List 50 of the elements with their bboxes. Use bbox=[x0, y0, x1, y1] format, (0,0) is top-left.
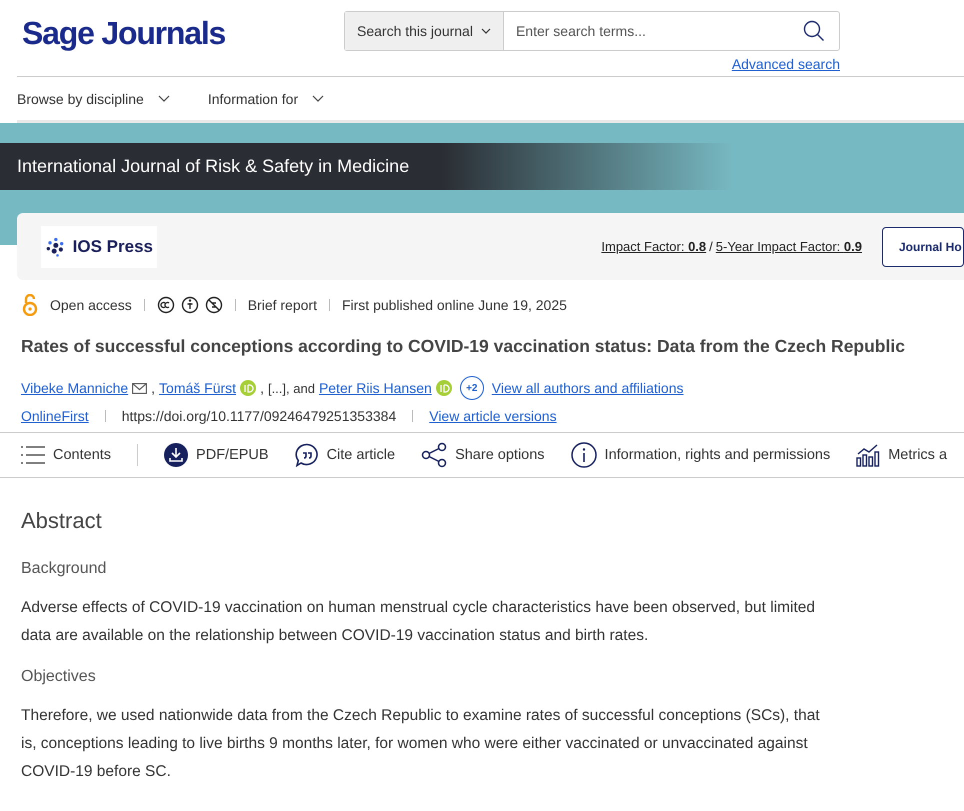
toolbar-button[interactable]: Share options bbox=[421, 442, 545, 468]
chevron-down-icon bbox=[158, 95, 170, 102]
bar-chart-icon bbox=[856, 443, 880, 467]
advanced-search-link[interactable]: Advanced search bbox=[732, 56, 840, 72]
envelope-icon[interactable] bbox=[132, 382, 148, 394]
menu-icon bbox=[21, 446, 45, 464]
author-link[interactable]: Tomáš Fürst bbox=[159, 380, 236, 396]
article-type: Brief report bbox=[248, 297, 317, 313]
chevron-down-icon bbox=[312, 95, 324, 102]
separator-text: / bbox=[709, 239, 713, 254]
abstract-paragraph: Therefore, we used nationwide data from the Czech Republic to examine rates of successful conceptions (SCs), that is, conceptions leading to live births 9 months later, for women who were either vaccinated or unvaccinated against COVID-19 before SC. bbox=[21, 706, 821, 782]
impact-factor-link[interactable]: Impact Factor: 0.8 bbox=[601, 239, 706, 254]
more-authors-badge[interactable]: +2 bbox=[460, 376, 484, 400]
open-lock-icon bbox=[22, 294, 38, 316]
doi-text: https://doi.org/10.1177/09246479251353384 bbox=[122, 408, 396, 424]
author-ellipsis: [...], and bbox=[268, 380, 315, 396]
license-icons bbox=[156, 296, 223, 314]
section-heading: Background bbox=[21, 560, 108, 578]
chevron-down-icon bbox=[480, 28, 491, 34]
five-year-impact-factor-link[interactable]: 5-Year Impact Factor: 0.9 bbox=[716, 239, 862, 254]
abstract-paragraph: Adverse effects of COVID-19 vaccination on human menstrual cycle characteristics have been observed, but limited data are available on the relationship between COVID-19 vaccination status and birth rates. bbox=[21, 598, 816, 646]
nav-dropdown[interactable]: Browse by discipline bbox=[17, 90, 170, 106]
toolbar-button[interactable]: Metrics a bbox=[856, 443, 948, 467]
author-link[interactable]: Peter Riis Hansen bbox=[318, 380, 432, 396]
search-scope-dropdown[interactable]: Search this journal bbox=[345, 12, 504, 50]
toolbar-button[interactable]: PDF/EPUB bbox=[164, 443, 269, 467]
online-first-link[interactable]: OnlineFirst bbox=[21, 408, 89, 424]
journal-home-button[interactable]: Journal Ho bbox=[882, 226, 964, 266]
info-icon bbox=[570, 442, 597, 468]
access-label: Open access bbox=[50, 297, 132, 313]
article-title: Rates of successful conceptions according to COVID-19 vaccination status: Data from the Czech Republic bbox=[21, 336, 906, 357]
abstract-heading: Abstract bbox=[21, 508, 103, 534]
site-logo[interactable]: Sage Journals bbox=[22, 15, 226, 76]
quote-icon bbox=[294, 443, 319, 467]
search-icon[interactable] bbox=[803, 20, 825, 42]
article-versions-link[interactable]: View article versions bbox=[429, 408, 557, 424]
author-link[interactable]: Vibeke Manniche bbox=[21, 380, 128, 396]
section-heading: Objectives bbox=[21, 668, 97, 686]
toolbar-button[interactable]: Contents bbox=[21, 446, 112, 464]
toolbar-button[interactable]: Information, rights and permissions bbox=[570, 442, 830, 468]
toolbar-button[interactable]: Cite article bbox=[294, 443, 396, 467]
publication-date: First published online June 19, 2025 bbox=[342, 297, 567, 313]
publisher-logo[interactable]: IOS Press bbox=[41, 226, 157, 268]
share-icon bbox=[421, 442, 448, 468]
comma-text: , bbox=[260, 380, 264, 396]
nav-dropdown[interactable]: Information for bbox=[208, 90, 324, 106]
publisher-name: IOS Press bbox=[72, 236, 153, 256]
comma-text: , bbox=[151, 380, 156, 396]
download-icon bbox=[164, 443, 188, 467]
all-authors-link[interactable]: View all authors and affiliations bbox=[492, 380, 684, 396]
